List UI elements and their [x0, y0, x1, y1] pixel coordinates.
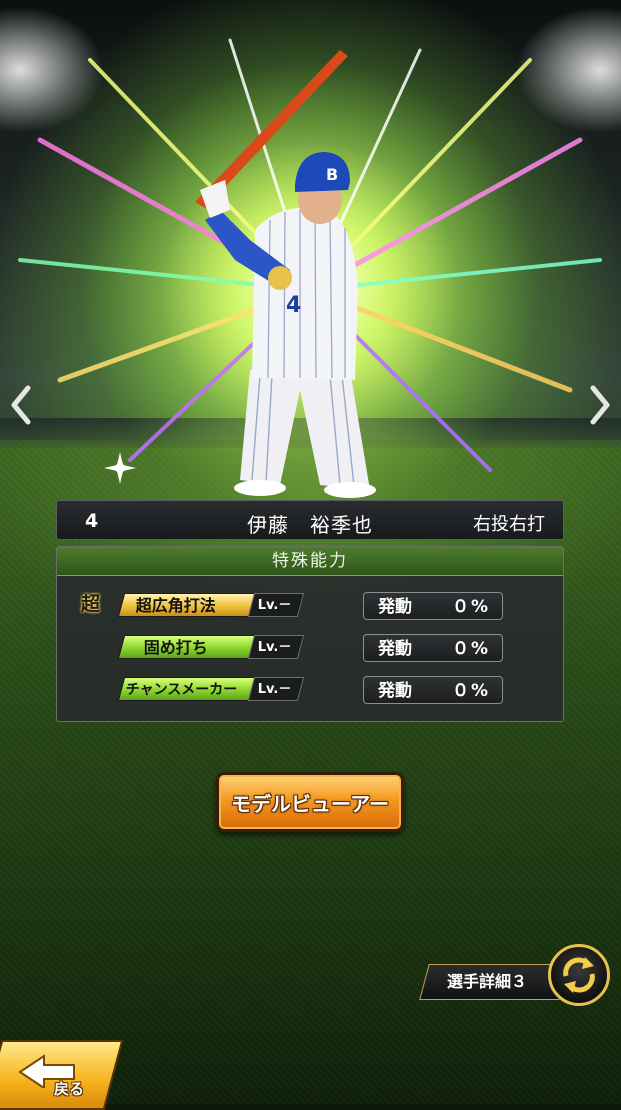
back-label: 戻る — [54, 1080, 85, 1098]
ability-name: チャンスメーカー — [125, 682, 238, 698]
ability-name-tag: 固め打ち — [117, 635, 257, 659]
super-ability-badge: 超 — [81, 593, 101, 615]
previous-player-button[interactable] — [6, 380, 36, 430]
ability-row[interactable]: チャンスメーカー Lv.－ 発動 ０% — [57, 675, 565, 705]
ability-name-tag: チャンスメーカー — [117, 677, 257, 701]
effect-value: ０% — [451, 639, 490, 659]
ability-level-tag: Lv.－ — [247, 677, 305, 701]
ability-name-tag: 超広角打法 — [117, 593, 257, 617]
ability-name: 超広角打法 — [135, 596, 216, 615]
player-detail-label: 選手詳細３ — [446, 972, 527, 991]
ability-level: Lv.－ — [257, 640, 292, 655]
throw-bat-hand: 右投右打 — [473, 514, 545, 535]
ability-row[interactable]: 固め打ち Lv.－ 発動 ０% — [57, 633, 565, 663]
effect-label: 発動 — [378, 681, 412, 701]
swap-page-button[interactable] — [548, 944, 610, 1006]
ability-level: Lv.－ — [257, 598, 292, 613]
player-info-bar: 4 伊藤 裕季也 右投右打 — [56, 500, 564, 540]
effect-label: 発動 — [378, 597, 412, 617]
model-viewer-button[interactable]: モデルビューアー — [216, 772, 404, 832]
next-player-button[interactable] — [585, 380, 615, 430]
chevron-left-icon — [11, 385, 31, 425]
ability-row[interactable]: 超広角打法 超 Lv.－ 発動 ０% — [57, 591, 565, 621]
ability-level-tag: Lv.－ — [247, 593, 305, 617]
chevron-right-icon — [590, 385, 610, 425]
ability-level-tag: Lv.－ — [247, 635, 305, 659]
effect-value: ０% — [451, 597, 490, 617]
ability-level: Lv.－ — [257, 682, 292, 697]
special-abilities-panel: 特殊能力 超広角打法 超 Lv.－ 発動 ０% 固め打ち Lv.－ 発動 ０% … — [56, 546, 564, 722]
ability-effect: 発動 ０% — [363, 592, 503, 620]
ability-name: 固め打ち — [143, 638, 208, 657]
ability-effect: 発動 ０% — [363, 676, 503, 704]
uniform-number: 4 — [286, 293, 301, 318]
effect-value: ０% — [451, 681, 490, 701]
swap-arrows-icon — [563, 957, 595, 993]
effect-label: 発動 — [378, 639, 412, 659]
cap-logo: B — [326, 165, 338, 184]
abilities-header: 特殊能力 — [57, 547, 563, 576]
player-figure: 4 B — [195, 50, 376, 498]
ability-effect: 発動 ０% — [363, 634, 503, 662]
player-detail-button[interactable]: 選手詳細３ — [419, 964, 569, 1000]
